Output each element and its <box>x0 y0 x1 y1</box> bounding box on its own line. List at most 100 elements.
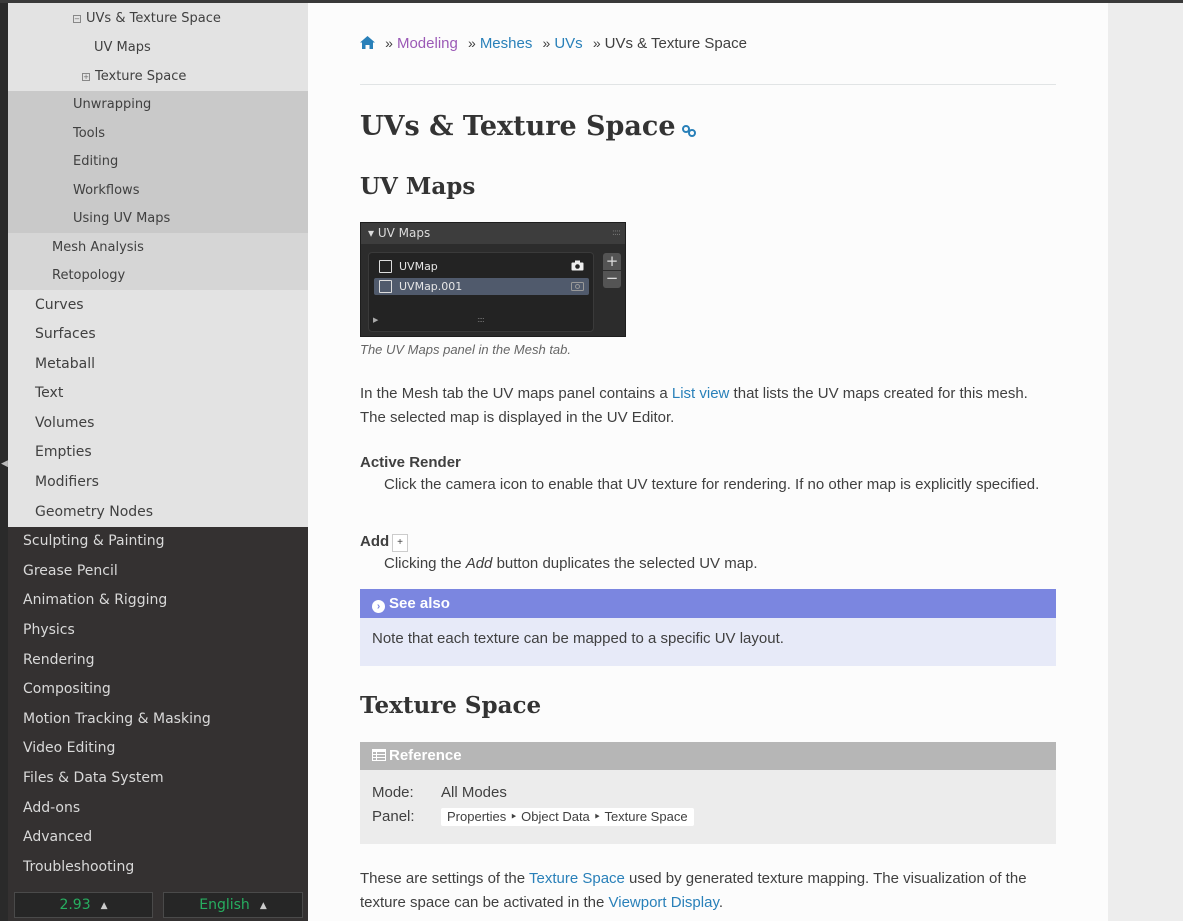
sidebar-item[interactable]: Video Editing <box>8 734 308 763</box>
sidebar-item-label: Surfaces <box>35 326 96 342</box>
language-selector[interactable]: English ▲ <box>163 892 303 918</box>
sidebar-item[interactable]: Sculpting & Painting <box>8 527 308 556</box>
sidebar-item-label: Empties <box>35 444 92 460</box>
breadcrumb-divider <box>360 84 1056 85</box>
sidebar-item[interactable]: Curves <box>8 290 308 320</box>
sidebar-navigation: ◀ − UVs & Texture Space UV Maps + Texture Sp… <box>0 0 308 921</box>
permalink-icon[interactable] <box>681 113 696 144</box>
uv-remove-icon: − <box>603 271 621 288</box>
table-icon <box>372 747 389 764</box>
add-desc-text: button duplicates the selected UV map. <box>492 555 758 572</box>
sidebar-item[interactable]: Animation & Rigging <box>8 586 308 615</box>
sidebar-item-label: Texture Space <box>95 69 187 84</box>
sidebar-item[interactable]: Using UV Maps <box>8 205 308 233</box>
page-title-text: UVs & Texture Space <box>360 111 676 142</box>
sidebar-item[interactable]: Grease Pencil <box>8 556 308 586</box>
expand-toggle-icon[interactable]: + <box>82 73 90 81</box>
breadcrumb-separator: » <box>385 35 393 51</box>
sidebar-item[interactable]: Metaball <box>8 349 308 379</box>
sidebar-item-label: Editing <box>73 154 119 169</box>
breadcrumb-modeling[interactable]: Modeling <box>397 35 458 52</box>
sidebar-item[interactable]: Volumes <box>8 408 308 438</box>
sidebar-item[interactable]: Retopology <box>8 262 308 290</box>
page-title: UVs & Texture Space <box>360 111 696 144</box>
caret-up-icon: ▲ <box>259 901 267 911</box>
see-also-body: Note that each texture can be mapped to … <box>372 630 784 647</box>
sidebar-item[interactable]: + Texture Space <box>8 62 308 91</box>
sidebar-item-label: Sculpting & Painting <box>23 533 165 549</box>
see-also-admonition: › See also Note that each texture can be … <box>360 589 1056 666</box>
sidebar-item[interactable]: Mesh Analysis <box>8 233 308 262</box>
home-icon[interactable] <box>360 36 375 53</box>
texture-space-heading: Texture Space <box>360 692 542 719</box>
sidebar-item[interactable]: Editing <box>8 148 308 176</box>
sidebar-item-label: Animation & Rigging <box>23 592 168 608</box>
breadcrumb-uvs[interactable]: UVs <box>554 35 582 52</box>
sidebar-item-label: Physics <box>23 622 75 638</box>
sidebar-item[interactable]: Compositing <box>8 675 308 704</box>
sidebar-item-label: Troubleshooting <box>23 859 135 875</box>
caret-up-icon: ▲ <box>100 901 108 911</box>
sidebar-item[interactable]: Files & Data System <box>8 763 308 793</box>
collapse-arrow-icon: ◀ <box>1 459 8 469</box>
sidebar-collapse-edge[interactable]: ◀ <box>0 3 8 921</box>
see-also-title: › See also <box>360 589 1056 618</box>
uv-maps-intro: In the Mesh tab the UV maps panel contai… <box>360 382 1056 430</box>
right-gutter <box>1108 0 1183 921</box>
reference-panel-row: Panel: Properties ‣ Object Data ‣ Texture… <box>372 808 694 826</box>
add-description: Clicking the Add button duplicates the s… <box>384 552 1056 576</box>
uv-map-name: UVMap <box>399 260 438 273</box>
reference-admonition: Reference Mode: All Modes Panel: Propertie… <box>360 742 1056 844</box>
sidebar-item[interactable]: Motion Tracking & Masking <box>8 704 308 734</box>
sidebar-item[interactable]: Troubleshooting <box>8 852 308 882</box>
sidebar-item-label: Volumes <box>35 415 95 431</box>
collapse-toggle-icon[interactable]: − <box>73 15 81 23</box>
viewport-display-link[interactable]: Viewport Display <box>609 894 719 911</box>
add-term: Add + <box>360 533 409 552</box>
sidebar-item[interactable]: Add-ons <box>8 793 308 823</box>
sidebar-item[interactable]: UV Maps <box>8 34 308 62</box>
version-label: 2.93 <box>59 897 91 913</box>
sidebar-item[interactable]: Workflows <box>8 176 308 205</box>
list-view-link[interactable]: List view <box>672 385 730 402</box>
sidebar-item[interactable]: Surfaces <box>8 320 308 349</box>
sidebar-item-label: Mesh Analysis <box>52 240 144 255</box>
reference-mode-row: Mode: All Modes <box>372 784 507 801</box>
sidebar-item[interactable]: Modifiers <box>8 467 308 497</box>
sidebar-item[interactable]: Tools <box>8 119 308 148</box>
sidebar-item[interactable]: Advanced <box>8 823 308 852</box>
grip-dots-icon: :::: <box>611 228 621 238</box>
texture-text: These are settings of the <box>360 870 529 887</box>
uv-panel-header-label: UV Maps <box>377 226 431 240</box>
breadcrumb-separator: » <box>542 35 551 51</box>
breadcrumb-meshes[interactable]: Meshes <box>480 35 533 52</box>
language-label: English <box>199 897 250 913</box>
texture-space-intro: These are settings of the Texture Space … <box>360 867 1056 915</box>
camera-icon <box>571 260 584 271</box>
see-also-title-text: See also <box>389 595 450 612</box>
uv-map-row: UVMap <box>374 258 589 275</box>
add-term-label: Add <box>360 533 390 550</box>
add-desc-text: Clicking the <box>384 555 466 572</box>
sidebar-item-label: Motion Tracking & Masking <box>23 711 211 727</box>
sidebar-item-label: Grease Pencil <box>23 563 118 579</box>
main-content: » Modeling » Meshes » UVs » UVs & Texture Sp… <box>308 0 1170 921</box>
sidebar-item-label: UV Maps <box>94 40 151 55</box>
sidebar-item[interactable]: Rendering <box>8 645 308 675</box>
sidebar-item-label: Workflows <box>73 183 140 198</box>
texture-text: . <box>718 894 723 911</box>
version-selector[interactable]: 2.93 ▲ <box>14 892 153 918</box>
sidebar-item[interactable]: Geometry Nodes <box>8 497 308 527</box>
texture-space-link[interactable]: Texture Space <box>529 870 625 887</box>
active-render-description: Click the camera icon to enable that UV … <box>384 476 1040 493</box>
uv-maps-panel-image: ▾ UV Maps:::: UVMap UVMap.001 + − ▶ :::: <box>360 222 626 337</box>
camera-icon <box>571 282 584 291</box>
sidebar-item-label: Add-ons <box>23 800 81 816</box>
sidebar-item[interactable]: Physics <box>8 615 308 645</box>
sidebar-item[interactable]: Unwrapping <box>8 91 308 119</box>
expand-triangle-icon: ▶ <box>373 316 379 324</box>
sidebar-item[interactable]: Empties <box>8 438 308 467</box>
sidebar-item[interactable]: − UVs & Texture Space <box>8 3 308 34</box>
sidebar-item[interactable]: Text <box>8 379 308 408</box>
reference-title: Reference <box>360 742 1056 770</box>
